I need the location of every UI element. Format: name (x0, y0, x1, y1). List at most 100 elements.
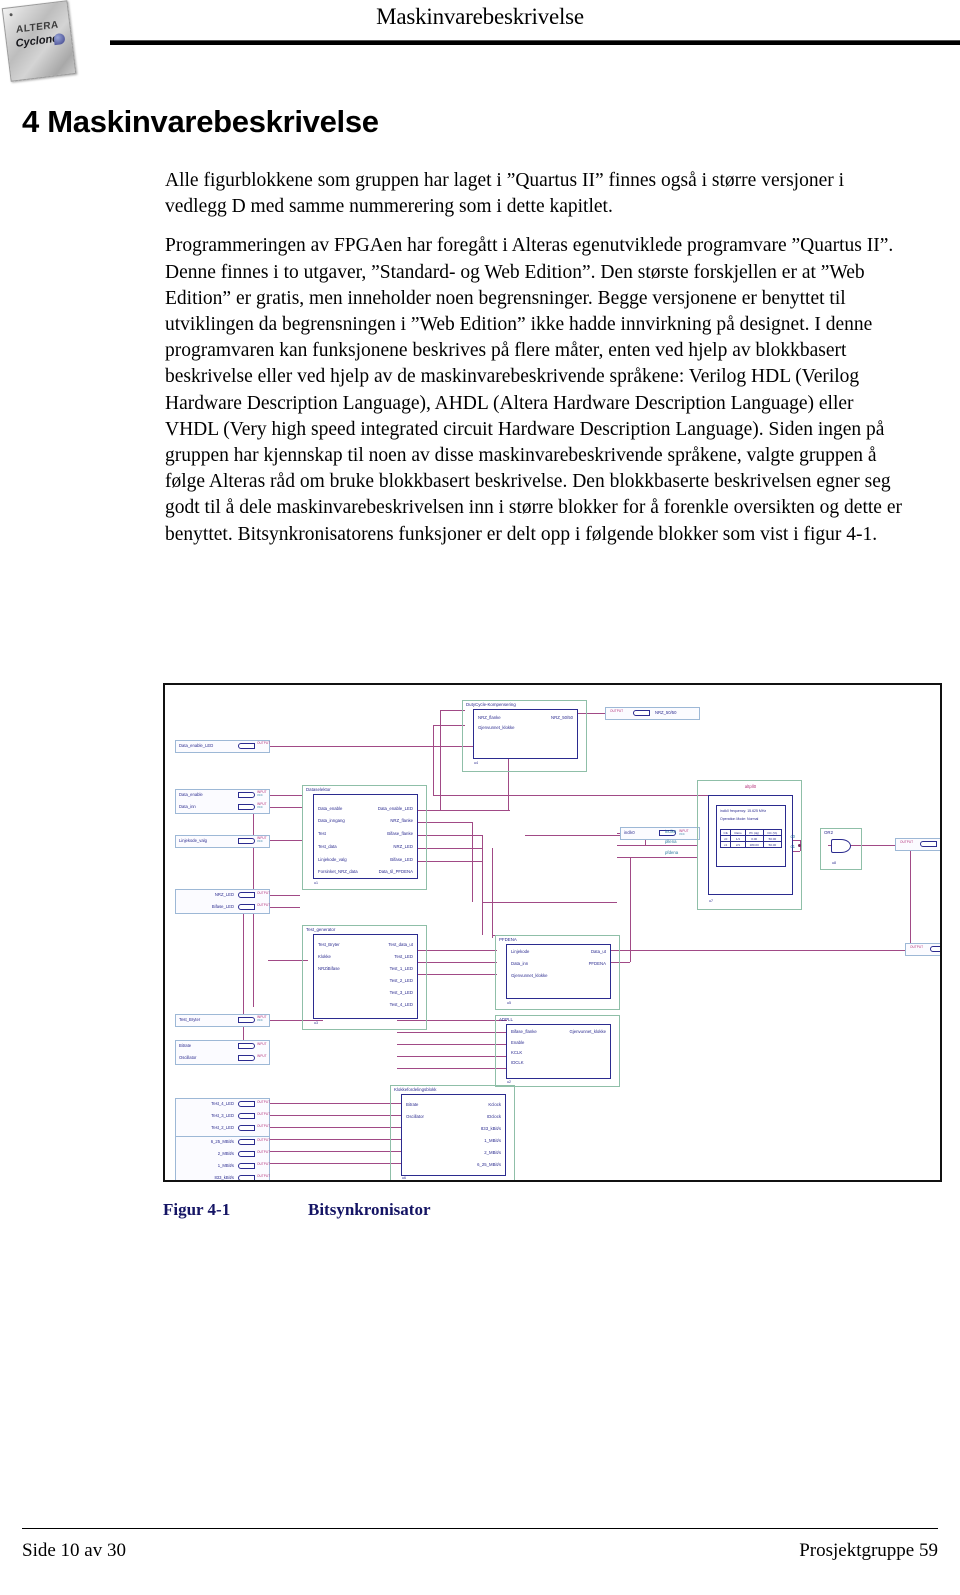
block-title: Klokkefordelingsblokk (394, 1087, 437, 1092)
output-pin-shape (238, 1124, 255, 1131)
input-pin-shape (238, 1042, 255, 1049)
port-out: Data_ut (590, 949, 606, 954)
paragraph-2: Programmeringen av FPGAen har foregått i… (165, 235, 902, 545)
output-pin-shape (238, 1138, 255, 1145)
pin-group-data-ut[interactable]: OUTPUT Data_ut (905, 943, 940, 956)
header-divider (110, 40, 960, 45)
figure-caption-label: Figur 4-1 (163, 1200, 231, 1219)
block-title: PFDENA (499, 937, 517, 942)
pin-group-data-enable-led[interactable]: Data_enable_LED OUTPUT (175, 740, 270, 753)
input-pin-shape (238, 1016, 255, 1023)
input-pin-shape (238, 837, 255, 844)
port-in: Data_inngang (318, 818, 345, 823)
port-in: Linjekode_valg (318, 857, 347, 862)
port-out: Kclock (488, 1102, 501, 1107)
table-cell: 180.00 (744, 841, 764, 848)
wire (433, 725, 465, 726)
instance-label: u8 (832, 861, 836, 865)
pin-label: 1_MBit/s (217, 1163, 234, 1168)
pin-kind-label: OUTPUT (257, 903, 271, 907)
pin-label: Oscillator (179, 1055, 197, 1060)
footer-group-name: Prosjektgruppe 59 (799, 1540, 938, 1561)
block-adpll[interactable]: ADPLL Bifase_flanke Enable KCLK IDCLK Gj… (495, 1015, 620, 1087)
pin-group-inclk0[interactable]: inclk0 INPUT VCC (620, 827, 700, 840)
wire (617, 845, 697, 846)
pin-group-data-inputs[interactable]: Data_enable INPUT VCC Data_inn INPUT VCC (175, 789, 270, 814)
port-in: pllena (665, 839, 677, 844)
block-dutycycle-kompensering[interactable]: DutyCycle-Kompensering NRZ_flanke Gjenvu… (462, 700, 587, 772)
page-title: 4 Maskinvarebeskrivelse (22, 104, 379, 139)
or-gate-symbol[interactable]: OR2 u8 (820, 828, 862, 870)
pin-group-led-outputs[interactable]: NRZ_LED OUTPUT Bifase_LED OUTPUT (175, 889, 270, 914)
port-in: Enable (511, 1040, 525, 1045)
pin-group-nrz-5050[interactable]: OUTPUT NRZ_50/50 (605, 707, 700, 720)
pin-group-bitrate-outputs[interactable]: 6_25_MBit/s OUTPUT 2_MBit/s OUTPUT 1_MBi… (175, 1136, 271, 1180)
port-out: Test_1_LED (389, 966, 413, 971)
pll-clock-table: Clk Ratio Ph (dg) DC (%) c0 1/1 0.00 50.… (719, 829, 783, 848)
block-title: ADPLL (499, 1017, 513, 1022)
pin-vcc-label: VCC (257, 1018, 263, 1022)
wire (433, 795, 733, 796)
port-in: Data_enable (318, 806, 343, 811)
port-in: IDCLK (511, 1060, 524, 1065)
pin-kind-label: INPUT (257, 1054, 267, 1058)
pin-group-test-bryter[interactable]: Test_Bryter INPUT VCC (175, 1014, 270, 1027)
pin-kind-label: OUTPUT (257, 891, 271, 895)
block-diagram-schematic: Data_enable_LED OUTPUT Data_enable INPUT… (165, 685, 940, 1180)
table-cell: c1 (719, 841, 732, 848)
pin-kind-label: OUTPUT (257, 1124, 271, 1128)
port-out: Test_data_ut (388, 942, 413, 947)
pin-label: inclk0 (624, 830, 635, 835)
block-test-generator[interactable]: Test_generator Test_Bryter Klokke NRZiBi… (302, 925, 427, 1030)
output-pin-shape (238, 1162, 255, 1169)
output-pin-shape (238, 903, 255, 910)
pin-kind-label: OUTPUT (257, 1162, 271, 1166)
instance-label: u4 (474, 761, 478, 765)
pin-group-clock-sources[interactable]: Bitrate INPUT Oscillator INPUT (175, 1040, 270, 1065)
wire (910, 845, 911, 950)
block-klokkefordelingsblokk[interactable]: Klokkefordelingsblokk Bitrate Oscillator… (390, 1085, 515, 1180)
instance-label: u2 (507, 1080, 511, 1084)
instance-label: u7 (709, 899, 713, 903)
block-title: altpll0 (744, 784, 757, 789)
output-pin-shape (238, 1150, 255, 1157)
port-in: Oscillator (406, 1114, 424, 1119)
port-in: NRZiBifase (318, 966, 340, 971)
port-out: 833_kBit/s (480, 1126, 501, 1131)
block-pfdena[interactable]: PFDENA Linjekode Data_inn Gjenvunnet_klo… (495, 935, 620, 1010)
pin-label: NRZ_50/50 (655, 710, 677, 715)
wire (868, 845, 898, 846)
page-footer: Side 10 av 30 Prosjektgruppe 59 (22, 1540, 938, 1562)
instance-label: u5 (507, 1001, 511, 1005)
table-row: c1 2/1 180.00 50.00 (719, 841, 783, 848)
pin-label: Data_inn (179, 804, 196, 809)
pin-group-linjekode-valg[interactable]: Linjekode_valg INPUT VCC (175, 835, 270, 848)
port-in: Bifase_flanke (511, 1029, 537, 1034)
figure-caption-text: Bitsynkronisator (308, 1200, 431, 1219)
pin-group-gjenvunnet-klokke[interactable]: OUTPUT Gjenvunnet_klokke (895, 838, 940, 851)
port-in: Test_Bryter (318, 942, 340, 947)
wire (617, 857, 697, 858)
output-pin-shape (238, 1174, 255, 1180)
block-dataselektor[interactable]: Dataselektor Data_enable Data_inngang Te… (302, 785, 427, 890)
port-in: NRZ_flanke (478, 715, 501, 720)
running-header-title: Maskinvarebeskrivelse (376, 4, 584, 29)
port-out: NRZ_LED (393, 844, 413, 849)
port-in: Gjenvunnet_klokke (511, 973, 548, 978)
port-out: Gjenvunnet_klokke (569, 1029, 606, 1034)
pin-label: 833_kBit/s (214, 1175, 234, 1180)
pin-kind-label: OUTPUT (910, 945, 924, 949)
wire (472, 822, 473, 902)
wire (397, 1032, 507, 1033)
pll-param-frequency: inclk0 frequency: 15.625 MHz (720, 809, 767, 813)
output-pin-shape (930, 945, 940, 952)
port-out: 2_MBit/s (484, 1150, 501, 1155)
figure-4-1-image: Data_enable_LED OUTPUT Data_enable INPUT… (163, 683, 942, 1182)
table-cell: 2/1 (730, 841, 746, 848)
pin-kind-label: OUTPUT (257, 1100, 271, 1104)
pin-label: Data_enable (179, 792, 203, 797)
or-gate-body (831, 839, 851, 853)
pin-vcc-label: VCC (257, 839, 263, 843)
port-out: PFDENA (588, 961, 606, 966)
block-altpll0[interactable]: altpll0 inclk0 pllena pfdena c0 c1 u7 in… (665, 780, 802, 910)
